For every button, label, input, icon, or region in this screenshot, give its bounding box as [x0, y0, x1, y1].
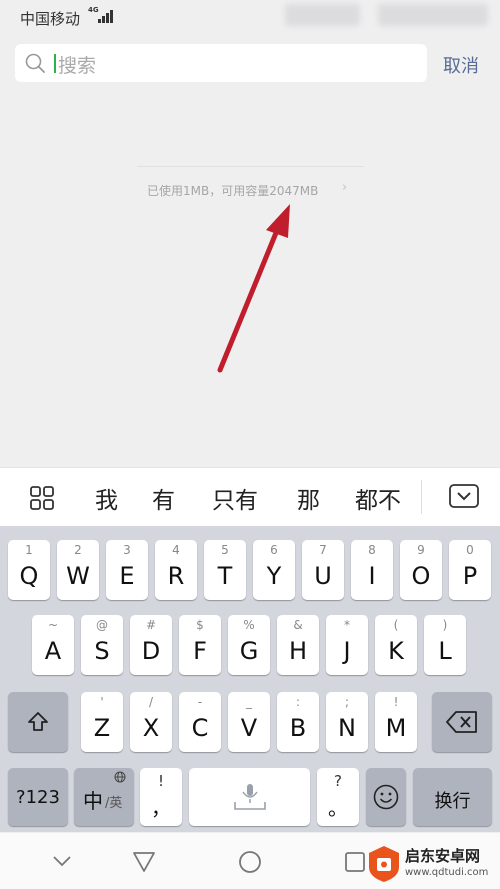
shift-key[interactable]	[8, 692, 68, 752]
enter-key[interactable]: 换行	[413, 768, 492, 826]
storage-info[interactable]: 已使用1MB，可用容量2047MB	[147, 182, 318, 199]
globe-icon	[114, 771, 126, 783]
lang-main-label: 中	[83, 789, 103, 813]
signal-icon	[98, 9, 114, 23]
backspace-icon	[446, 711, 477, 733]
blurred-status-icons	[378, 4, 488, 26]
back-icon[interactable]	[132, 851, 156, 873]
text-cursor	[54, 54, 56, 73]
backspace-key[interactable]	[432, 692, 492, 752]
navigation-bar: 启东安卓网 www.qdtudi.com	[0, 833, 500, 889]
key-i[interactable]: 8I	[351, 540, 393, 600]
punct-top: !	[157, 772, 164, 790]
key-k[interactable]: (K	[375, 615, 417, 675]
search-icon	[25, 53, 45, 73]
key-z[interactable]: ' Z	[81, 692, 123, 752]
key-l[interactable]: ) L	[424, 615, 466, 675]
candidate-word[interactable]: 有	[152, 481, 175, 515]
chevron-down-icon[interactable]	[52, 855, 72, 867]
divider	[421, 480, 422, 514]
lang-switch-key[interactable]: 中 /英	[74, 768, 134, 826]
key-c[interactable]: -C	[179, 692, 221, 752]
microphone-icon	[234, 784, 266, 810]
watermark-logo-icon	[369, 846, 399, 882]
key-h[interactable]: & H	[277, 615, 319, 675]
recents-icon[interactable]	[344, 851, 366, 873]
candidate-word[interactable]: 都不	[355, 481, 401, 515]
key-r[interactable]: 4R	[155, 540, 197, 600]
key-w[interactable]: 2W	[57, 540, 99, 600]
key-a[interactable]: ~ A	[32, 615, 74, 675]
watermark-title: 启东安卓网	[405, 847, 481, 865]
emoji-icon	[373, 784, 399, 810]
candidate-word[interactable]: 我	[95, 481, 118, 515]
key-n[interactable]: ; N	[326, 692, 368, 752]
key-d[interactable]: # D	[130, 615, 172, 675]
key-x[interactable]: / X	[130, 692, 172, 752]
key-s[interactable]: @ S	[81, 615, 123, 675]
candidate-bar: 我 有 只有 那 都不	[0, 467, 500, 527]
key-q[interactable]: 1Q	[8, 540, 50, 600]
key-t[interactable]: 5T	[204, 540, 246, 600]
punct-bottom: 。	[328, 796, 348, 820]
key-e[interactable]: 3E	[106, 540, 148, 600]
key-m[interactable]: ! M	[375, 692, 417, 752]
punct-bottom: ，	[151, 796, 171, 820]
lang-alt-label: /英	[105, 796, 123, 811]
status-bar: 中国移动 4G	[0, 0, 500, 34]
watermark-url: www.qdtudi.com	[405, 867, 489, 878]
candidate-word[interactable]: 那	[297, 481, 320, 515]
key-f[interactable]: $ F	[179, 615, 221, 675]
key-j[interactable]: * J	[326, 615, 368, 675]
key-u[interactable]: 7U	[302, 540, 344, 600]
punctuation-key[interactable]: ! ，	[140, 768, 182, 826]
keyboard: 1Q 2W 3E 4R 5T 6Y 7U 8I 9O 0P ~ A @ S # D $…	[0, 526, 500, 832]
candidate-word[interactable]: 只有	[212, 481, 258, 515]
divider	[137, 166, 364, 167]
emoji-key[interactable]	[366, 768, 406, 826]
punctuation-key[interactable]: ? 。	[317, 768, 359, 826]
blurred-status-icons	[285, 4, 360, 26]
search-placeholder: 搜索	[58, 55, 97, 77]
keyboard-collapse-icon[interactable]	[449, 484, 479, 508]
search-input[interactable]: 搜索	[15, 44, 427, 82]
grid-menu-icon[interactable]	[30, 486, 54, 510]
key-v[interactable]: _ V	[228, 692, 270, 752]
key-p[interactable]: 0P	[449, 540, 491, 600]
key-o[interactable]: 9O	[400, 540, 442, 600]
space-key[interactable]	[189, 768, 310, 826]
num-key[interactable]: ?123	[8, 768, 68, 826]
key-y[interactable]: 6Y	[253, 540, 295, 600]
watermark: 启东安卓网 www.qdtudi.com	[365, 841, 500, 889]
shift-icon	[28, 712, 48, 731]
key-b[interactable]: :B	[277, 692, 319, 752]
key-g[interactable]: % G	[228, 615, 270, 675]
home-icon[interactable]	[238, 850, 262, 874]
chevron-right-icon: ›	[342, 180, 348, 195]
punct-top: ?	[334, 772, 342, 790]
carrier-name: 中国移动	[20, 10, 81, 28]
cancel-button[interactable]: 取消	[443, 52, 479, 78]
